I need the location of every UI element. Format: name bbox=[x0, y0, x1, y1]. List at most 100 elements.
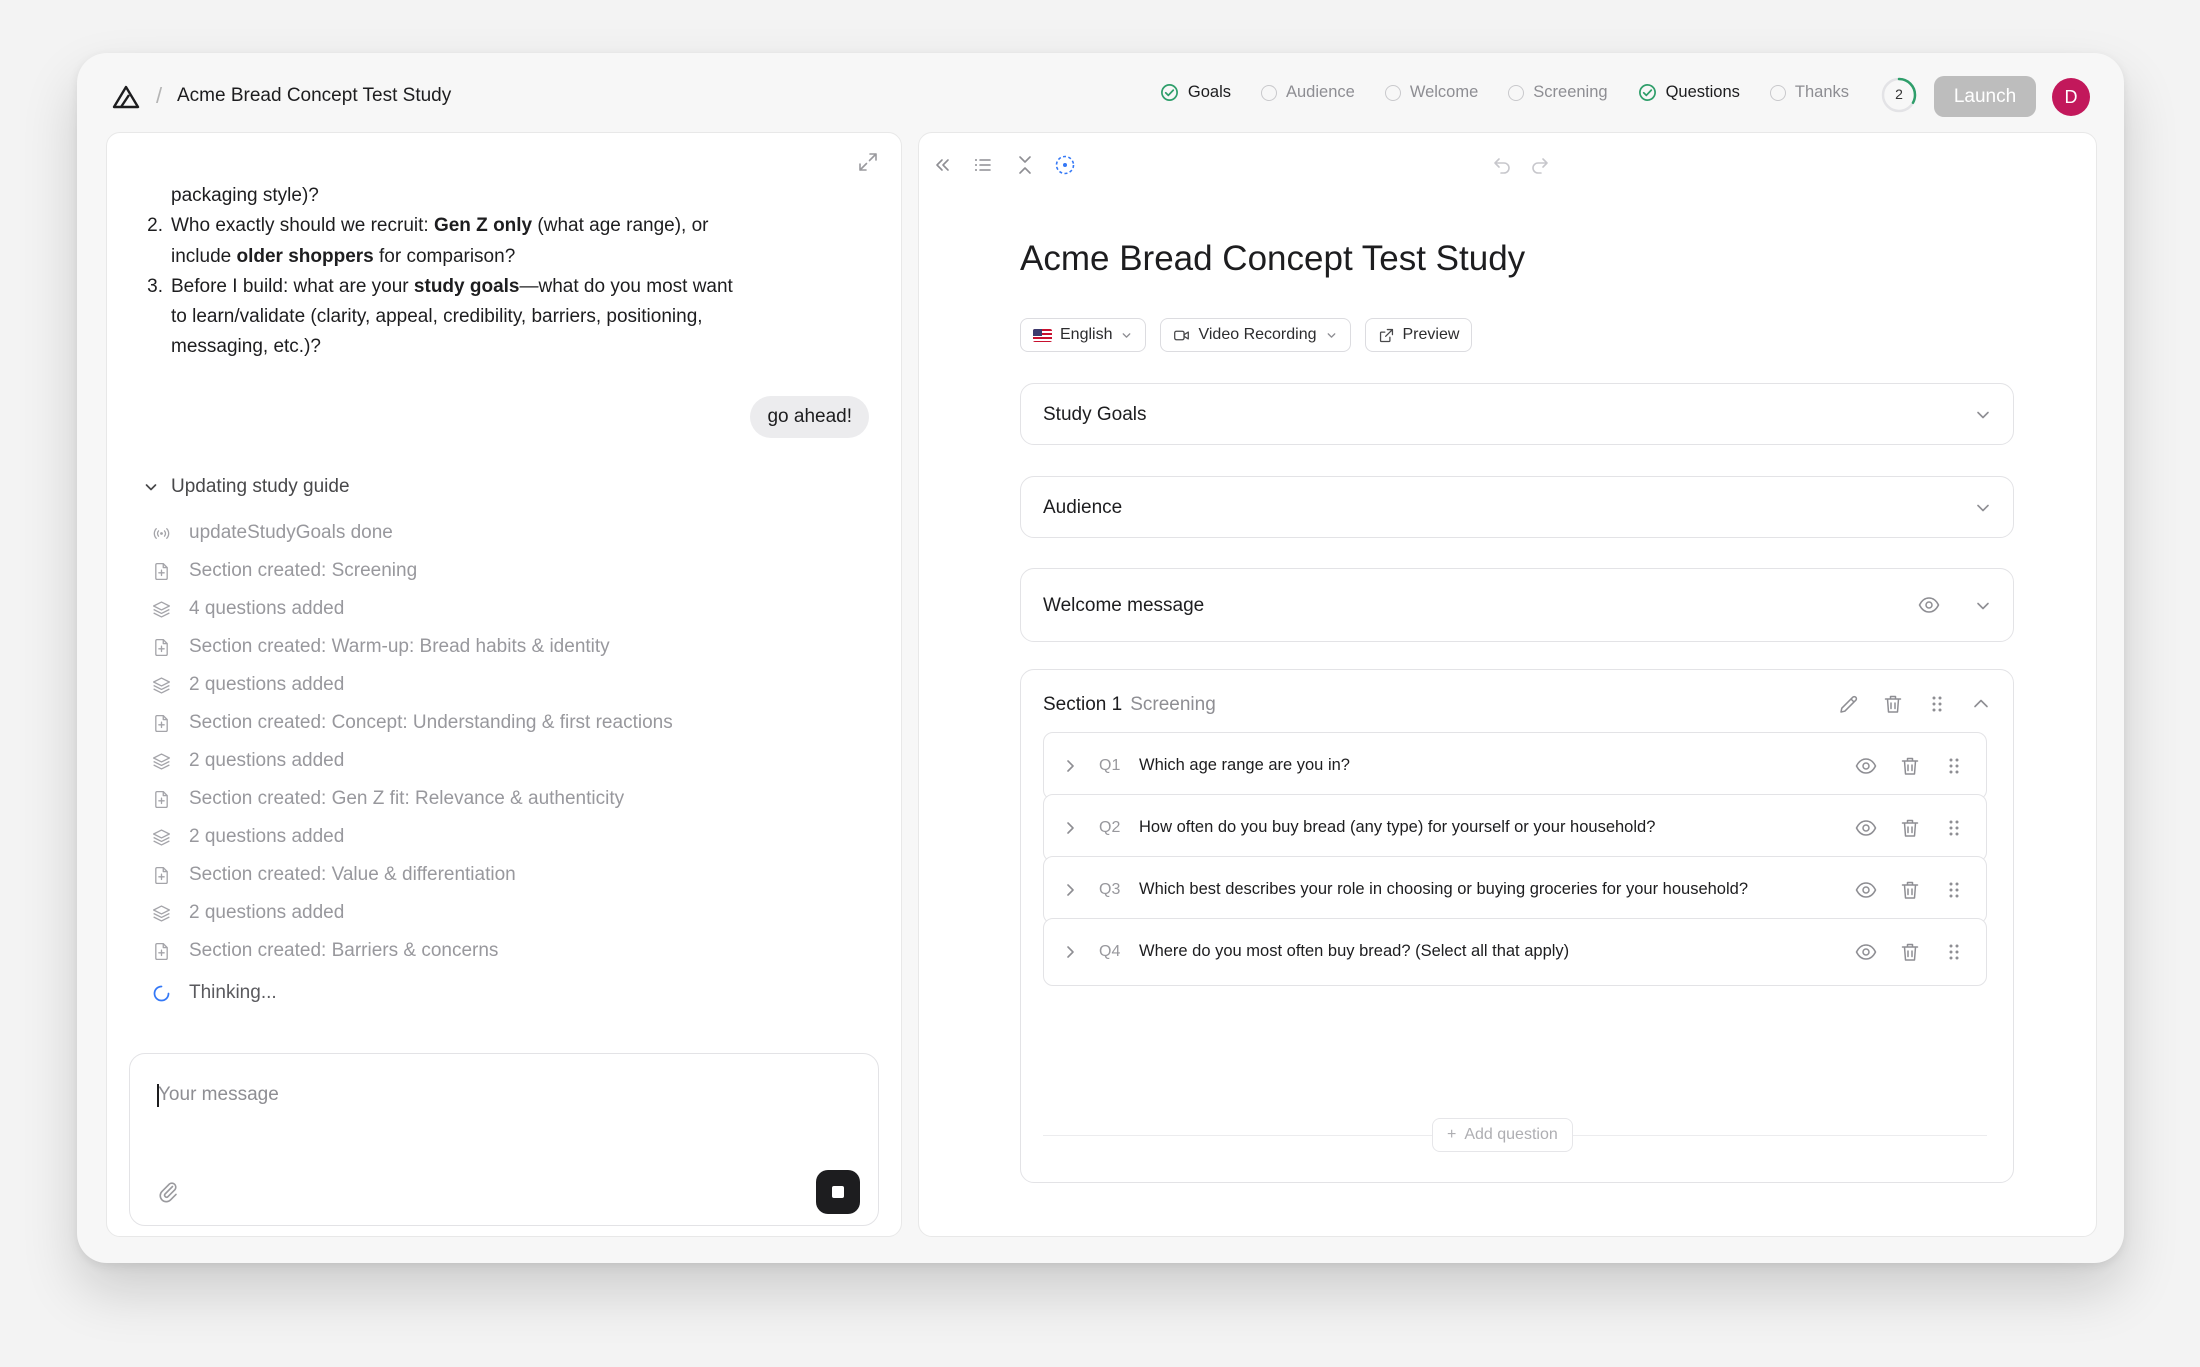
recording-dropdown[interactable]: Video Recording bbox=[1160, 318, 1351, 352]
message-input[interactable]: Your message bbox=[158, 1084, 279, 1106]
step-nav: Goals Audience Welcome Screening Questio… bbox=[1160, 83, 1849, 102]
step-screening[interactable]: Screening bbox=[1508, 83, 1608, 102]
undo-icon[interactable] bbox=[1490, 153, 1514, 177]
trash-icon[interactable] bbox=[1898, 878, 1922, 902]
app-logo-icon[interactable] bbox=[111, 84, 141, 110]
stop-icon bbox=[832, 1186, 844, 1198]
study-title-heading[interactable]: Acme Bread Concept Test Study bbox=[1020, 239, 1525, 279]
message-composer[interactable]: Your message bbox=[129, 1053, 879, 1226]
collapse-left-icon[interactable] bbox=[931, 153, 955, 177]
tool-activity-item: Section created: Barriers & concerns bbox=[151, 932, 673, 970]
message-line: 2. Who exactly should we recruit: Gen Z o… bbox=[141, 211, 781, 241]
question-actions bbox=[1854, 754, 1966, 778]
breadcrumb-study-title[interactable]: Acme Bread Concept Test Study bbox=[177, 85, 451, 107]
audience-accordion[interactable]: Audience bbox=[1020, 476, 2014, 538]
question-actions bbox=[1854, 878, 1966, 902]
study-goals-accordion[interactable]: Study Goals bbox=[1020, 383, 2014, 445]
message-line: to learn/validate (clarity, appeal, cred… bbox=[141, 302, 781, 332]
drag-handle-icon[interactable] bbox=[1942, 754, 1966, 778]
question-number: Q4 bbox=[1099, 943, 1121, 960]
layers-icon bbox=[152, 752, 171, 770]
collapse-all-icon[interactable] bbox=[1013, 153, 1037, 177]
recording-label: Video Recording bbox=[1198, 326, 1317, 343]
focus-target-icon[interactable] bbox=[1053, 153, 1077, 177]
file-plus-icon bbox=[155, 942, 168, 960]
chevron-down-icon bbox=[1123, 332, 1131, 338]
trash-icon[interactable] bbox=[1881, 692, 1905, 716]
chevron-right-icon[interactable] bbox=[1061, 881, 1079, 899]
question-text: Where do you most often buy bread? (Sele… bbox=[1139, 942, 1570, 960]
eye-icon[interactable] bbox=[1854, 940, 1878, 964]
outline-list-icon[interactable] bbox=[971, 153, 995, 177]
chevron-down-icon bbox=[1327, 332, 1335, 338]
tool-group-title: Updating study guide bbox=[171, 476, 350, 497]
section-actions bbox=[1837, 692, 1993, 716]
message-line: include older shoppers for comparison? bbox=[141, 242, 781, 272]
list-number: 2. bbox=[147, 215, 163, 237]
question-card[interactable]: Q4 Where do you most often buy bread? (Se… bbox=[1043, 918, 1987, 986]
step-welcome[interactable]: Welcome bbox=[1384, 83, 1478, 102]
message-text: packaging style)? bbox=[171, 185, 319, 206]
eye-icon[interactable] bbox=[1854, 754, 1878, 778]
chevron-right-icon[interactable] bbox=[1061, 757, 1079, 775]
chevron-down-icon[interactable] bbox=[1973, 596, 1993, 616]
launch-button[interactable]: Launch bbox=[1934, 76, 2036, 117]
expand-icon[interactable] bbox=[857, 151, 879, 173]
message-line: 3. Before I build: what are your study go… bbox=[141, 272, 781, 302]
section-number: Section 1 bbox=[1043, 694, 1123, 715]
drag-handle-icon[interactable] bbox=[1925, 692, 1949, 716]
drag-handle-icon[interactable] bbox=[1942, 816, 1966, 840]
drag-handle-icon[interactable] bbox=[1942, 940, 1966, 964]
check-circle-icon bbox=[1638, 84, 1656, 101]
tool-activity-item: Section created: Screening bbox=[151, 552, 673, 590]
step-thanks[interactable]: Thanks bbox=[1769, 83, 1849, 102]
text-caret bbox=[157, 1084, 159, 1107]
layers-icon bbox=[152, 600, 171, 618]
welcome-message-accordion[interactable]: Welcome message bbox=[1020, 568, 2014, 642]
question-card[interactable]: Q3 Which best describes your role in choo… bbox=[1043, 856, 1987, 924]
pencil-icon[interactable] bbox=[1837, 692, 1861, 716]
layers-icon bbox=[152, 828, 171, 846]
stop-generation-button[interactable] bbox=[816, 1170, 860, 1214]
tool-activity-item: 2 questions added bbox=[151, 894, 673, 932]
redo-icon[interactable] bbox=[1528, 153, 1552, 177]
chevron-down-icon[interactable] bbox=[1973, 498, 1993, 518]
eye-icon[interactable] bbox=[1854, 878, 1878, 902]
tool-activity-item: Section created: Concept: Understanding … bbox=[151, 704, 673, 742]
preview-button[interactable]: Preview bbox=[1364, 318, 1473, 352]
accordion-title: Welcome message bbox=[1043, 595, 1205, 616]
trash-icon[interactable] bbox=[1898, 940, 1922, 964]
trash-icon[interactable] bbox=[1898, 816, 1922, 840]
step-label: Goals bbox=[1187, 83, 1231, 101]
step-questions[interactable]: Questions bbox=[1638, 83, 1740, 102]
language-dropdown[interactable]: English bbox=[1020, 318, 1147, 352]
question-actions bbox=[1854, 816, 1966, 840]
top-bar: / Acme Bread Concept Test Study Goals Au… bbox=[77, 53, 2124, 131]
question-card[interactable]: Q1 Which age range are you in? bbox=[1043, 732, 1987, 800]
add-question-button[interactable]: + Add question bbox=[1432, 1118, 1573, 1152]
question-card[interactable]: Q2 How often do you buy bread (any type) … bbox=[1043, 794, 1987, 862]
step-audience[interactable]: Audience bbox=[1261, 83, 1355, 102]
eye-icon[interactable] bbox=[1917, 593, 1941, 617]
chevron-up-icon[interactable] bbox=[1969, 692, 1993, 716]
section-name[interactable]: Screening bbox=[1130, 694, 1216, 715]
tool-group-toggle[interactable]: Updating study guide bbox=[143, 476, 350, 498]
progress-ring[interactable]: 2 bbox=[1880, 76, 1918, 114]
trash-icon[interactable] bbox=[1898, 754, 1922, 778]
paperclip-icon[interactable] bbox=[156, 1179, 180, 1203]
tool-activity-item: 2 questions added bbox=[151, 666, 673, 704]
avatar[interactable]: D bbox=[2052, 78, 2090, 116]
eye-icon[interactable] bbox=[1854, 816, 1878, 840]
chevron-right-icon[interactable] bbox=[1061, 819, 1079, 837]
empty-circle-icon bbox=[1508, 84, 1525, 101]
tool-activity-text: updateStudyGoals done bbox=[189, 522, 393, 543]
chevron-down-icon[interactable] bbox=[1973, 405, 1993, 425]
question-number: Q1 bbox=[1099, 757, 1121, 774]
tool-activity-text: Section created: Gen Z fit: Relevance & … bbox=[189, 788, 625, 809]
drag-handle-icon[interactable] bbox=[1942, 878, 1966, 902]
step-goals[interactable]: Goals bbox=[1160, 83, 1231, 102]
list-number: 3. bbox=[147, 275, 163, 297]
check-circle-icon bbox=[1160, 84, 1178, 101]
tool-activity-item: Section created: Warm-up: Bread habits &… bbox=[151, 628, 673, 666]
chevron-right-icon[interactable] bbox=[1061, 943, 1079, 961]
